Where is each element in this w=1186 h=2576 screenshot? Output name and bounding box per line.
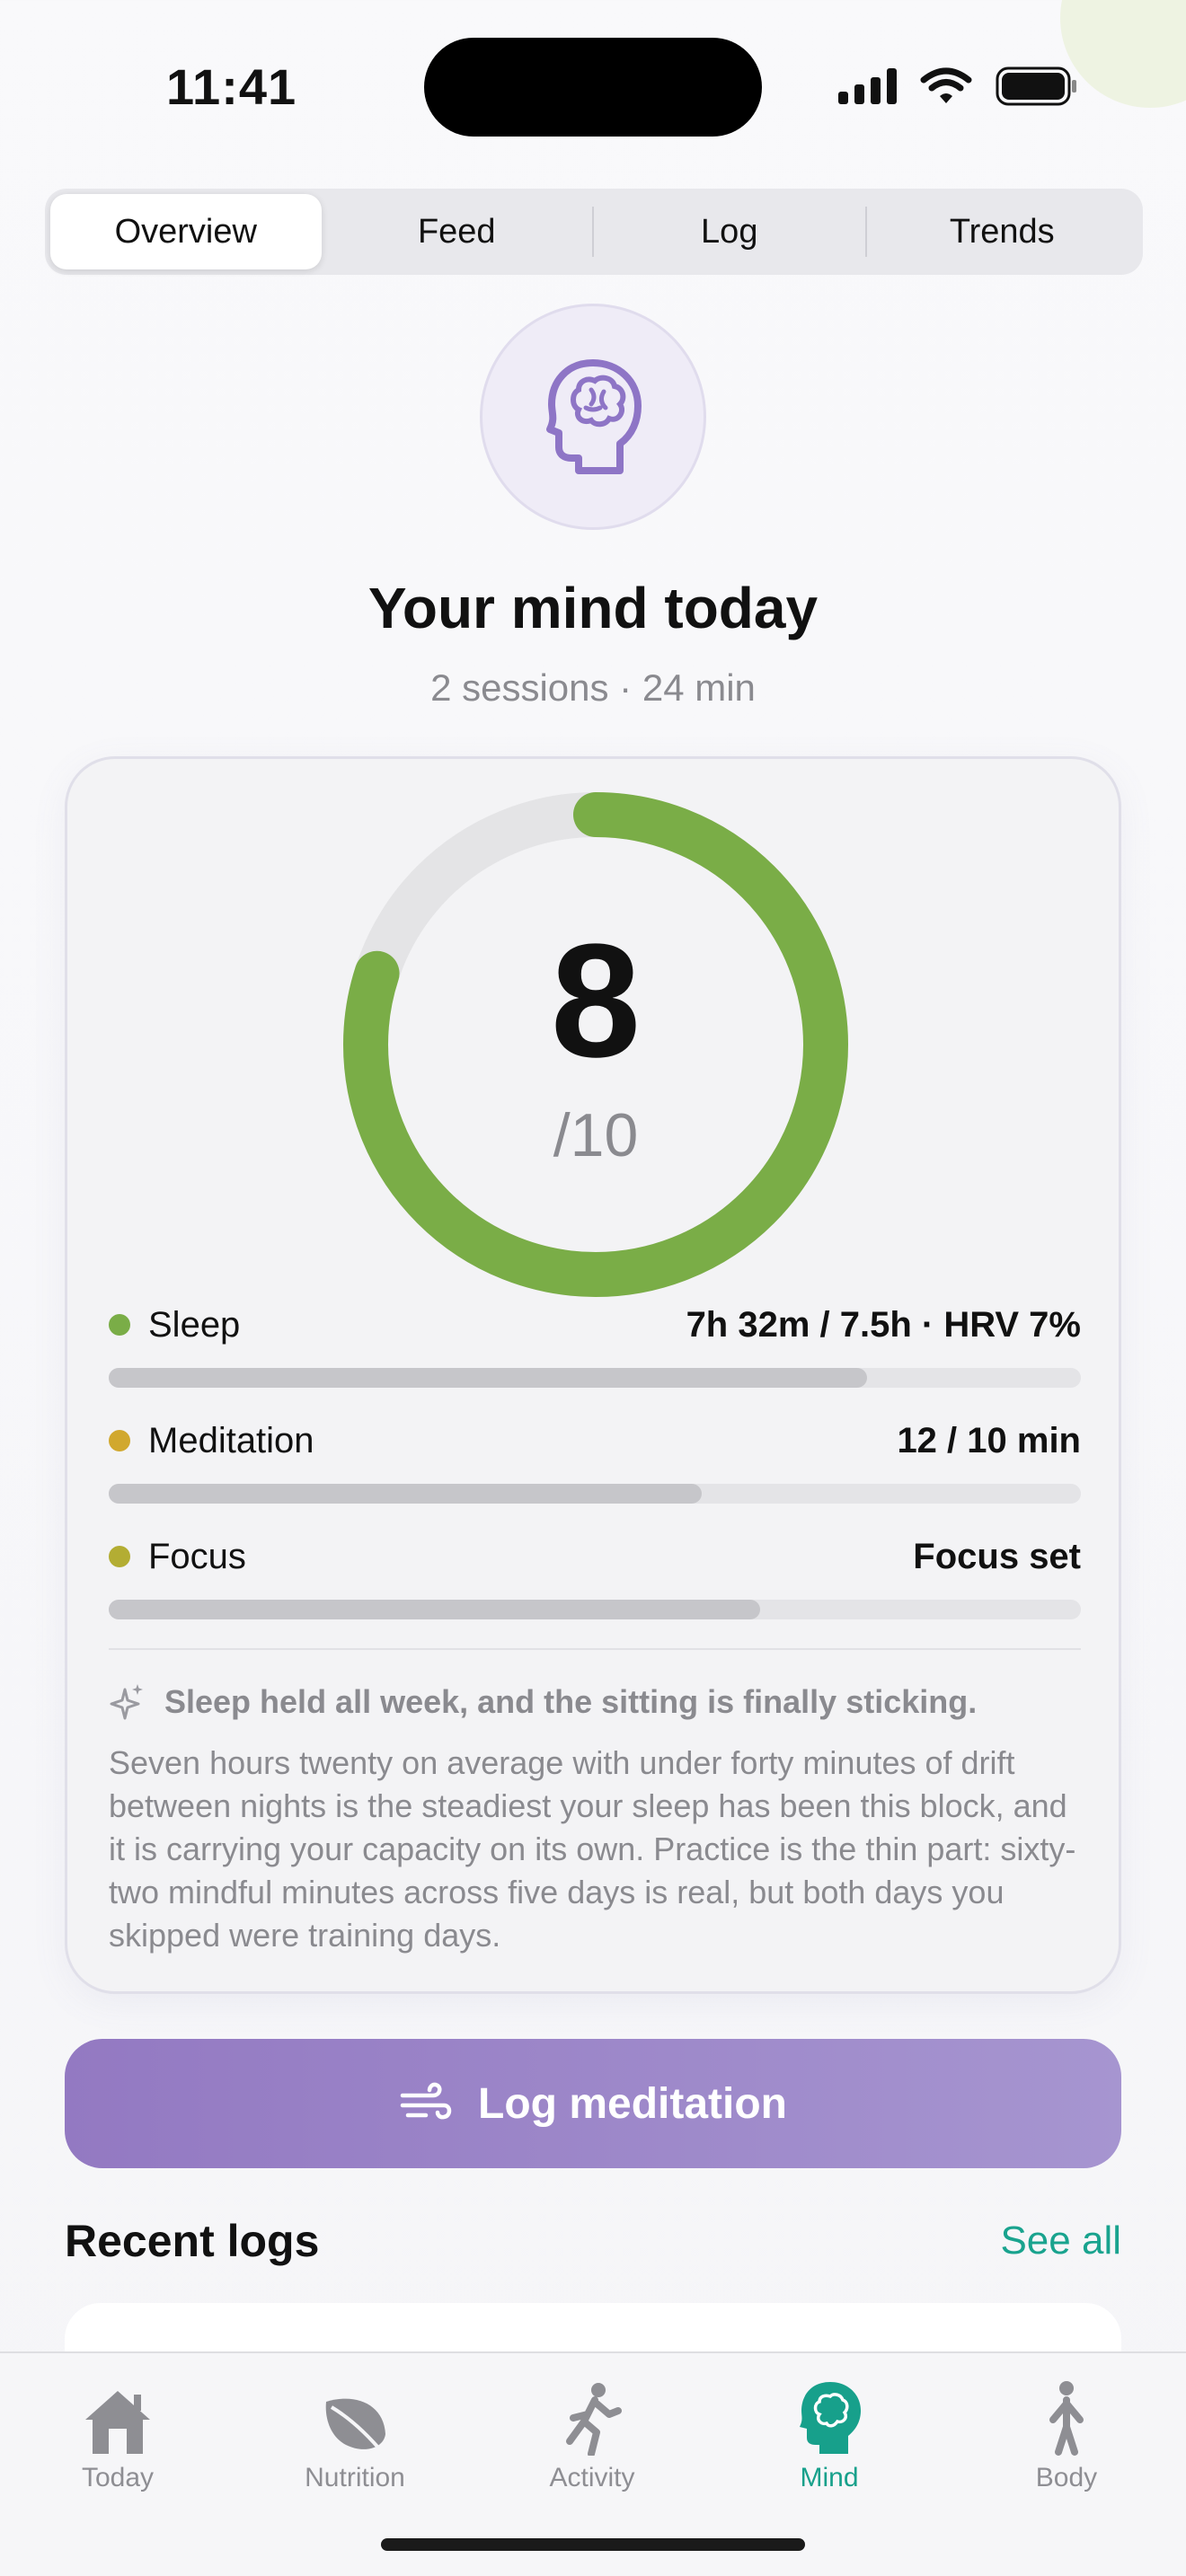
tabbar-today[interactable]: Today (28, 2369, 208, 2493)
session-summary: 2 sessions · 24 min (430, 666, 756, 709)
house-icon (85, 2391, 150, 2454)
progress-fill (109, 1368, 867, 1388)
tab-feed[interactable]: Feed (322, 194, 593, 269)
page-title: Your mind today (367, 576, 819, 640)
score-ring: 8 /10 (337, 786, 854, 1303)
status-icons (838, 66, 1078, 106)
see-all-link[interactable]: See all (1000, 2219, 1121, 2263)
tab-label: Today (81, 2463, 155, 2492)
tab-label: Body (1035, 2463, 1098, 2492)
tab-label: Activity (549, 2463, 635, 2492)
insight-heading: Sleep held all week, and the sitting is … (109, 1682, 977, 1722)
battery-icon (996, 66, 1078, 106)
metric-value: Focus set (913, 1536, 1081, 1576)
progress-fill (109, 1600, 760, 1619)
insight-body: Seven hours twenty on average with under… (109, 1744, 1076, 1954)
cellular-signal-icon (838, 68, 897, 104)
leaf-icon (325, 2398, 385, 2456)
tab-trends[interactable]: Trends (867, 194, 1138, 269)
view-segmented-control: Overview Feed Log Trends (45, 189, 1143, 275)
cta-label: Log meditation (478, 2079, 787, 2128)
wifi-icon (920, 67, 972, 105)
dynamic-island (424, 38, 762, 137)
insight-title: Sleep held all week, and the sitting is … (164, 1683, 978, 1720)
running-figure-icon (566, 2383, 622, 2456)
progress-track (109, 1368, 1081, 1388)
progress-fill (109, 1484, 703, 1504)
metric-focus: Focus Focus set (109, 1530, 1081, 1619)
recent-logs-title: Recent logs (65, 2216, 320, 2266)
meditation-dot (109, 1430, 130, 1451)
metric-value: 7h 32m / 7.5h · HRV 7% (686, 1304, 1081, 1345)
tab-label: Nutrition (305, 2463, 405, 2492)
brain-head-icon (546, 359, 642, 474)
tabbar-nutrition[interactable]: Nutrition (265, 2369, 445, 2493)
corner-decoration (1060, 0, 1186, 108)
progress-track (109, 1484, 1081, 1504)
log-meditation-button[interactable]: Log meditation (65, 2039, 1121, 2168)
metric-meditation: Meditation 12 / 10 min (109, 1414, 1081, 1504)
progress-track (109, 1600, 1081, 1619)
tabbar-activity[interactable]: Activity (502, 2369, 682, 2493)
score-denominator: /10 (553, 1101, 639, 1169)
card-divider (109, 1648, 1081, 1650)
tab-log[interactable]: Log (594, 194, 865, 269)
mind-score-card: 8 /10 Sleep 7h 32m / 7.5h · HRV 7% Medit… (65, 756, 1121, 1994)
tab-overview[interactable]: Overview (50, 194, 322, 269)
status-time: 11:41 (166, 58, 297, 115)
standing-figure-icon (1049, 2381, 1084, 2456)
mind-avatar (480, 304, 706, 530)
metric-label: Meditation (148, 1420, 314, 1460)
home-indicator (381, 2538, 805, 2551)
metric-label: Focus (148, 1536, 246, 1576)
sparkle-icon (110, 1684, 143, 1720)
tabbar-mind[interactable]: Mind (739, 2369, 919, 2493)
tabbar-body[interactable]: Body (977, 2369, 1156, 2493)
tab-label: Mind (800, 2463, 859, 2492)
brain-head-icon (800, 2382, 861, 2454)
metric-sleep: Sleep 7h 32m / 7.5h · HRV 7% (109, 1298, 1081, 1388)
metric-label: Sleep (148, 1304, 241, 1345)
sleep-dot (109, 1314, 130, 1336)
focus-dot (109, 1546, 130, 1567)
metric-value: 12 / 10 min (897, 1420, 1081, 1460)
score-value: 8 (550, 911, 642, 1091)
wind-icon (400, 2082, 452, 2120)
